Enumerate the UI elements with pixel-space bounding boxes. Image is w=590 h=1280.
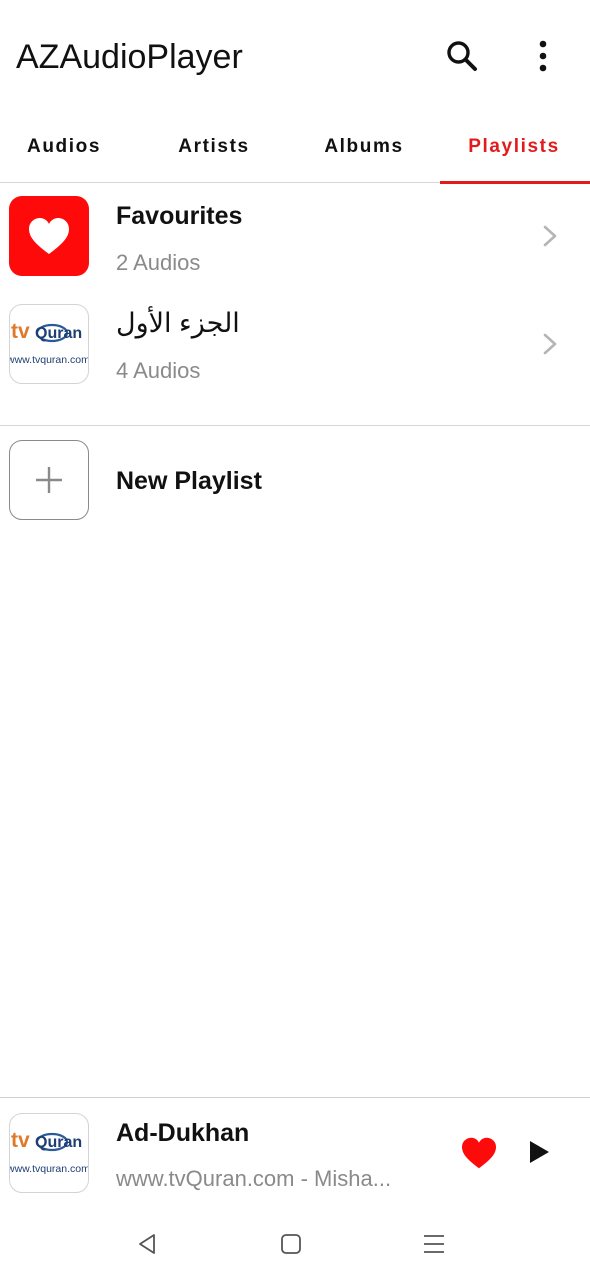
- playlist-count: 2 Audios: [116, 250, 201, 275]
- new-playlist-button[interactable]: New Playlist: [0, 428, 590, 534]
- playlist-thumbnail: [9, 196, 89, 276]
- recents-icon: [424, 1235, 444, 1253]
- play-icon: [530, 1141, 549, 1163]
- heart-icon: [29, 218, 69, 254]
- nav-recents-button[interactable]: [417, 1227, 451, 1261]
- overflow-menu-button[interactable]: [517, 30, 569, 82]
- playlist-title: الجزء الأول: [116, 308, 240, 338]
- svg-text:Quran: Quran: [35, 325, 82, 342]
- playlist-title: Favourites: [116, 202, 243, 230]
- svg-text:www.tvquran.com: www.tvquran.com: [10, 354, 89, 366]
- play-button[interactable]: [526, 1138, 556, 1168]
- search-button[interactable]: [436, 30, 488, 82]
- tvquran-logo-thumbnail: tv Quran www.tvquran.com: [9, 304, 89, 384]
- svg-text:www.tvquran.com: www.tvquran.com: [10, 1163, 89, 1175]
- favorite-button[interactable]: [460, 1136, 500, 1172]
- now-playing-artwork: tv Quran www.tvquran.com: [9, 1113, 89, 1193]
- tab-artists[interactable]: Artists: [140, 112, 288, 182]
- svg-text:Quran: Quran: [35, 1134, 82, 1151]
- playlist-item-favourites[interactable]: Favourites 2 Audios: [0, 183, 590, 289]
- app-title: AZAudioPlayer: [16, 38, 243, 76]
- svg-text:tv: tv: [11, 320, 30, 343]
- new-playlist-thumbnail: [9, 440, 89, 520]
- list-divider: [0, 425, 590, 426]
- tab-playlists[interactable]: Playlists: [440, 112, 588, 182]
- home-icon: [281, 1234, 301, 1254]
- tvquran-logo: tv Quran www.tvquran.com: [10, 1129, 89, 1175]
- plus-icon: [36, 467, 62, 493]
- svg-text:tv: tv: [11, 1129, 30, 1152]
- mini-player[interactable]: tv Quran www.tvquran.com Ad-Dukhan www.t…: [0, 1097, 590, 1208]
- heart-icon: [462, 1137, 496, 1169]
- tab-audios[interactable]: Audios: [0, 112, 138, 182]
- tab-albums[interactable]: Albums: [290, 112, 438, 182]
- more-vert-icon: [539, 40, 547, 72]
- tab-bar: Audios Artists Albums Playlists: [0, 112, 590, 184]
- now-playing-subtitle: www.tvQuran.com - Misha...: [116, 1166, 392, 1191]
- search-icon: [447, 41, 477, 71]
- tvquran-logo: tv Quran www.tvquran.com: [10, 320, 89, 366]
- new-playlist-label: New Playlist: [116, 467, 262, 495]
- playlist-item-juz-1[interactable]: tv Quran www.tvquran.com الجزء الأول 4 A…: [0, 290, 590, 396]
- back-icon: [139, 1234, 155, 1254]
- now-playing-title: Ad-Dukhan: [116, 1119, 250, 1147]
- system-nav-bar: [0, 1207, 590, 1280]
- app-bar: AZAudioPlayer: [0, 0, 590, 112]
- nav-back-button[interactable]: [130, 1227, 164, 1261]
- playlist-count: 4 Audios: [116, 358, 201, 383]
- chevron-right-icon: [543, 225, 557, 247]
- chevron-right-icon: [543, 333, 557, 355]
- nav-home-button[interactable]: [274, 1227, 308, 1261]
